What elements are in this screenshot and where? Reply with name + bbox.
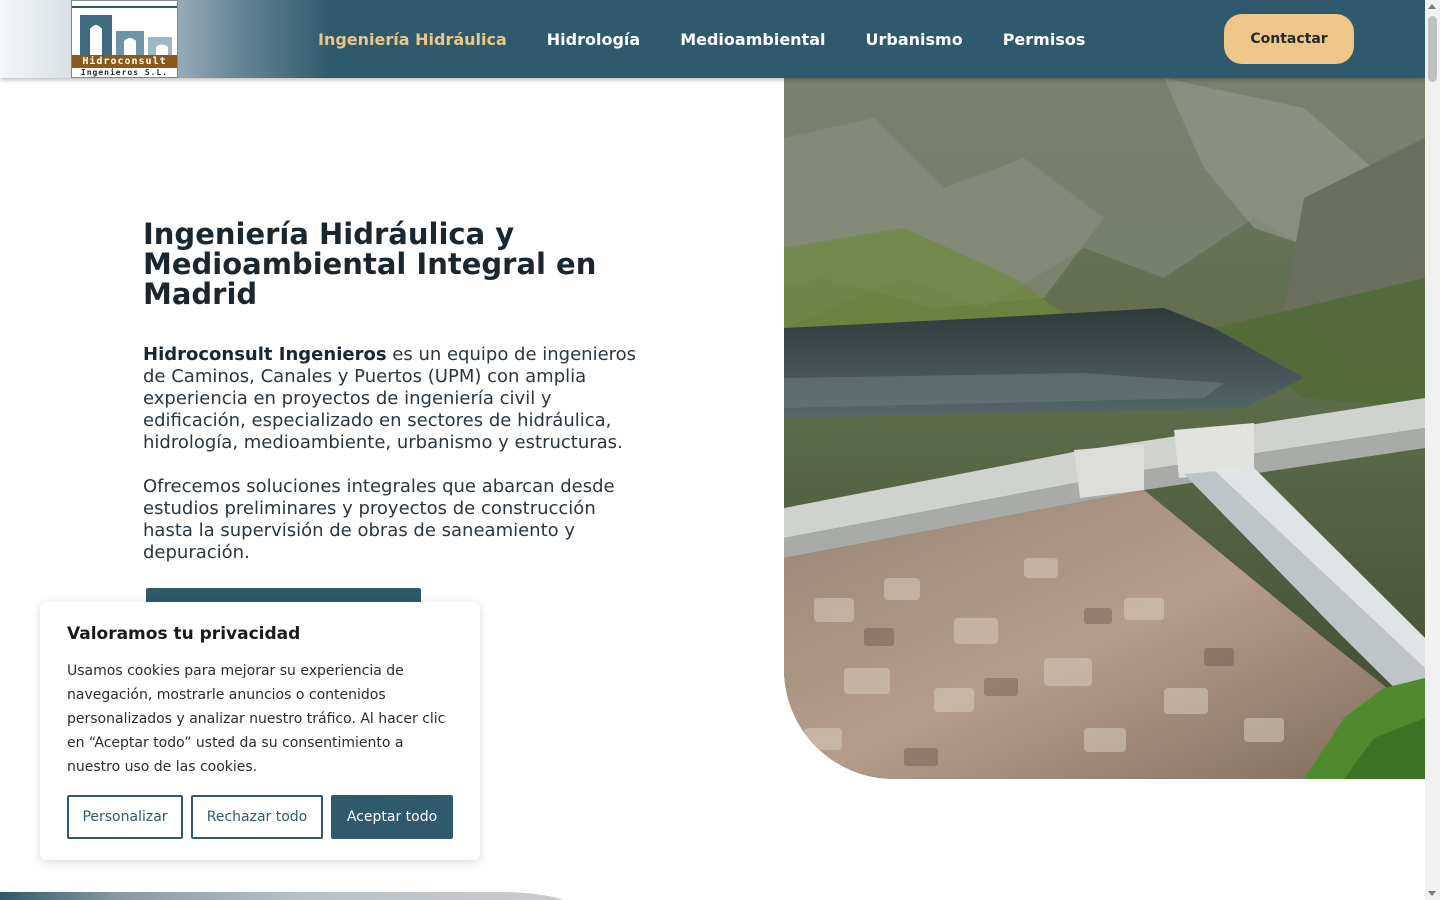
- dam-landscape-image: [784, 78, 1425, 779]
- company-logo[interactable]: Hidroconsult Ingenieros S.L.: [71, 0, 178, 78]
- services-paragraph: Ofrecemos soluciones integrales que abar…: [143, 476, 615, 563]
- logo-wordmark: Hidroconsult: [72, 55, 177, 68]
- cookie-title: Valoramos tu privacidad: [67, 624, 301, 644]
- contact-button[interactable]: Contactar: [1224, 14, 1354, 64]
- reject-all-button[interactable]: Rechazar todo: [191, 795, 323, 839]
- cookie-description: Usamos cookies para mejorar su experienc…: [67, 663, 446, 775]
- customize-cookies-button[interactable]: Personalizar: [67, 795, 183, 839]
- nav-item-hidrologia[interactable]: Hidrología: [547, 30, 640, 49]
- intro-paragraph: Hidroconsult Ingenieros es un equipo de …: [143, 344, 643, 454]
- nav-item-urbanismo[interactable]: Urbanismo: [865, 30, 962, 49]
- accept-all-button[interactable]: Aceptar todo: [331, 795, 453, 839]
- site-header: Hidroconsult Ingenieros S.L. Ingeniería …: [0, 0, 1425, 78]
- scroll-up-arrow-icon[interactable]: [1428, 4, 1436, 9]
- main-nav: Ingeniería Hidráulica Hidrología Medioam…: [318, 0, 1125, 78]
- scroll-down-arrow-icon[interactable]: [1428, 891, 1436, 896]
- cookie-consent-dialog: Valoramos tu privacidad Usamos cookies p…: [40, 602, 480, 860]
- company-name: Hidroconsult Ingenieros: [143, 344, 387, 365]
- page-title: Ingeniería Hidráulica y Medioambiental I…: [143, 217, 597, 311]
- logo-subtitle: Ingenieros S.L.: [80, 68, 169, 77]
- hero-image: [784, 78, 1425, 779]
- nav-item-permisos[interactable]: Permisos: [1003, 30, 1086, 49]
- nav-item-medioambiental[interactable]: Medioambiental: [680, 30, 825, 49]
- page-scrollbar[interactable]: [1425, 0, 1440, 900]
- nav-item-ingenieria-hidraulica[interactable]: Ingeniería Hidráulica: [318, 30, 507, 49]
- next-section-banner: [0, 892, 580, 900]
- scrollbar-thumb[interactable]: [1428, 16, 1437, 82]
- aqueduct-logo-icon: [72, 1, 177, 55]
